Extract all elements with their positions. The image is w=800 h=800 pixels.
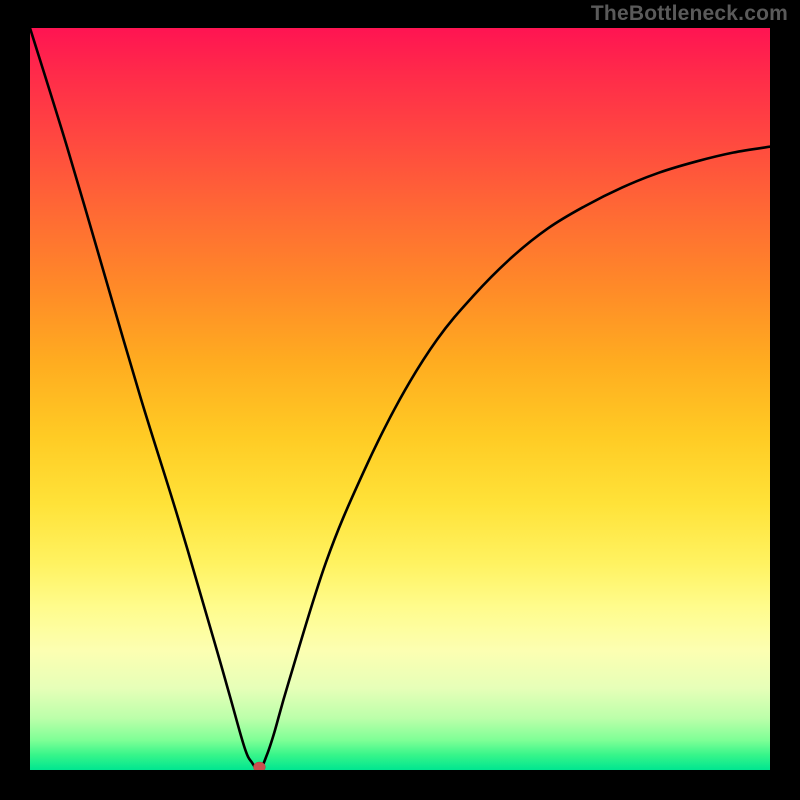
optimal-point-marker [253,762,265,770]
watermark-text: TheBottleneck.com [591,2,788,26]
chart-svg [30,28,770,770]
chart-container: TheBottleneck.com [0,0,800,800]
bottleneck-curve [30,28,770,770]
plot-area [30,28,770,770]
